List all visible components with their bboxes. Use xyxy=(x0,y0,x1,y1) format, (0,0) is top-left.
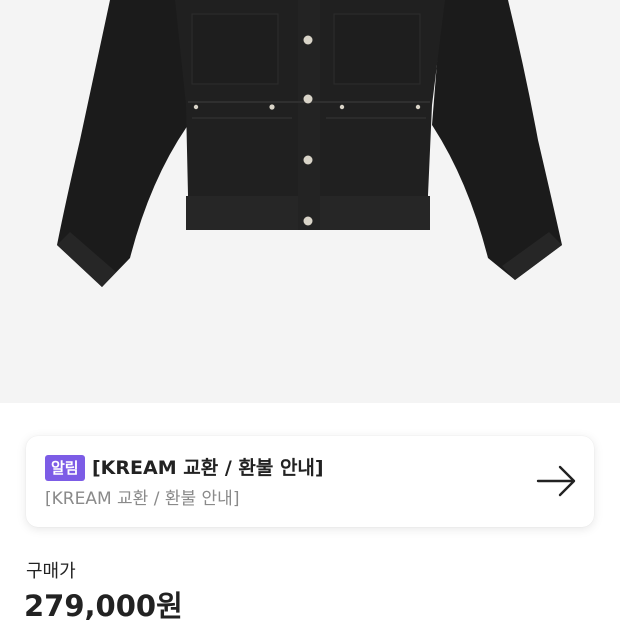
price-value: 279,000원 xyxy=(24,589,183,623)
notice-subtitle: [KREAM 교환 / 환불 안내] xyxy=(45,489,240,509)
notice-badge: 알림 xyxy=(45,455,85,481)
notice-banner[interactable]: 알림 [KREAM 교환 / 환불 안내] [KREAM 교환 / 환불 안내] xyxy=(26,436,594,527)
price-label: 구매가 xyxy=(26,561,76,582)
arrow-right-icon[interactable] xyxy=(536,464,578,498)
notice-title: [KREAM 교환 / 환불 안내] xyxy=(92,457,324,479)
jacket-image-icon xyxy=(57,0,562,287)
product-image[interactable] xyxy=(0,0,620,403)
